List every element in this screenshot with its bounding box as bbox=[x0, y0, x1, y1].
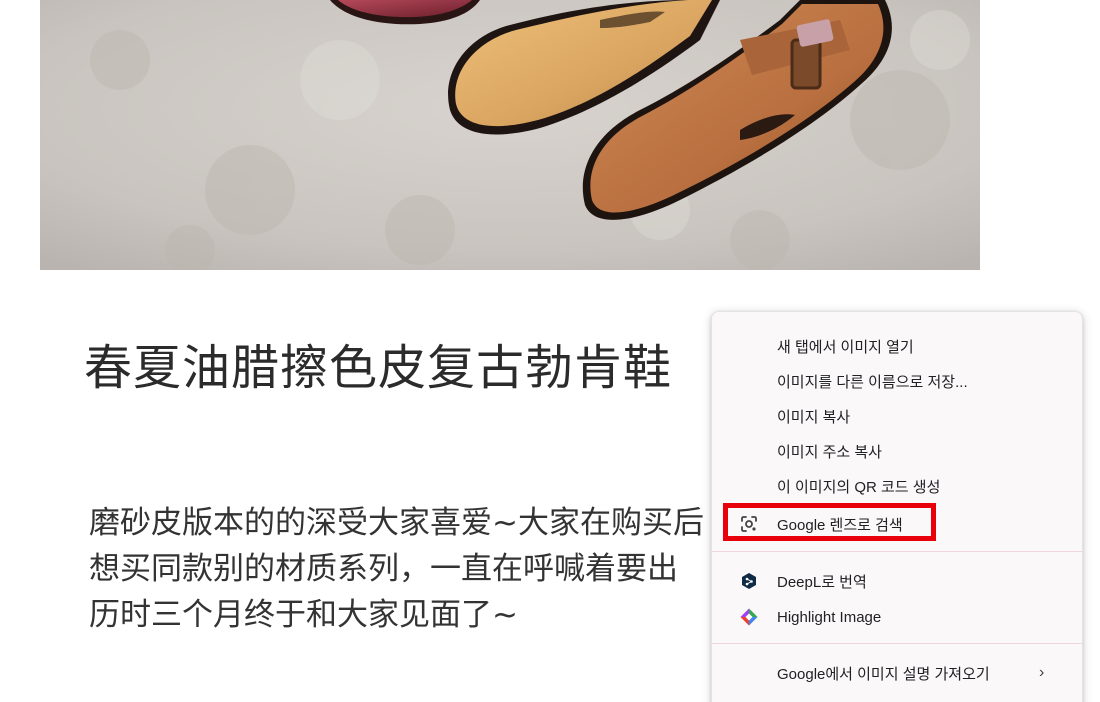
shoe-photo-image bbox=[40, 0, 980, 270]
menu-item-save-image-as[interactable]: 이미지를 다른 이름으로 저장... bbox=[712, 364, 1082, 398]
menu-separator bbox=[712, 551, 1082, 552]
menu-item-label: 이미지 주소 복사 bbox=[777, 443, 882, 461]
menu-item-label: 이미지를 다른 이름으로 저장... bbox=[777, 373, 968, 391]
menu-item-label: 이 이미지의 QR 코드 생성 bbox=[777, 478, 941, 496]
menu-separator bbox=[712, 643, 1082, 644]
article-body-line: 历时三个月终于和大家见面了~ bbox=[89, 597, 518, 633]
menu-item-get-image-descriptions[interactable]: Google에서 이미지 설명 가져오기 › bbox=[712, 656, 1082, 690]
menu-item-open-image-new-tab[interactable]: 새 탭에서 이미지 열기 bbox=[712, 329, 1082, 363]
highlight-annotation-box bbox=[723, 503, 936, 541]
menu-item-label: 새 탭에서 이미지 열기 bbox=[777, 338, 914, 356]
page: 春夏油腊擦色皮复古勃肯鞋 磨砂皮版本的的深受大家喜爱~大家在购买后 想买同款别的… bbox=[0, 0, 1100, 702]
article-body-line: 磨砂皮版本的的深受大家喜爱~大家在购买后 bbox=[89, 505, 704, 541]
menu-item-copy-image-address[interactable]: 이미지 주소 복사 bbox=[712, 434, 1082, 468]
chevron-right-icon: › bbox=[1039, 664, 1045, 681]
article-body-line: 想买同款别的材质系列，一直在呼喊着要出 bbox=[89, 551, 678, 587]
menu-item-highlight-image[interactable]: Highlight Image bbox=[712, 600, 1082, 634]
product-photo[interactable] bbox=[40, 0, 980, 270]
menu-item-label: Google에서 이미지 설명 가져오기 bbox=[777, 665, 990, 683]
highlight-image-icon bbox=[739, 607, 759, 627]
menu-item-label: 이미지 복사 bbox=[777, 408, 851, 426]
menu-item-label: DeepL로 번역 bbox=[777, 573, 867, 591]
menu-item-deepl-translate[interactable]: DeepL로 번역 bbox=[712, 564, 1082, 598]
deepl-icon bbox=[739, 571, 759, 591]
menu-item-copy-image[interactable]: 이미지 복사 bbox=[712, 399, 1082, 433]
article-title: 春夏油腊擦色皮复古勃肯鞋 bbox=[84, 340, 673, 396]
article-body: 磨砂皮版本的的深受大家喜爱~大家在购买后 想买同款别的材质系列，一直在呼喊着要出… bbox=[89, 500, 729, 638]
menu-item-label: Highlight Image bbox=[777, 608, 882, 626]
menu-item-create-qr-code[interactable]: 이 이미지의 QR 코드 생성 bbox=[712, 469, 1082, 503]
